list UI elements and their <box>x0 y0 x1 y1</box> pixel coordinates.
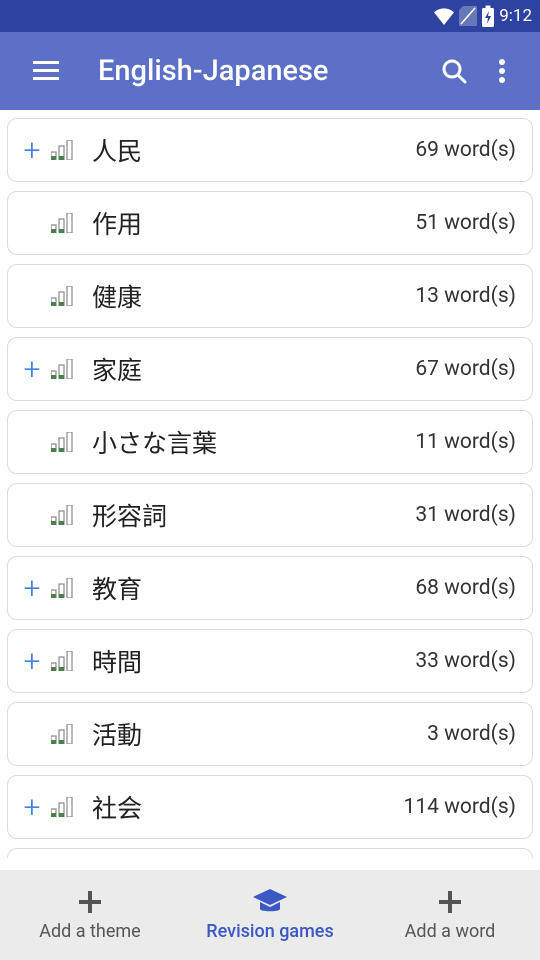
plus-icon <box>437 889 463 915</box>
stats-icon <box>46 432 80 452</box>
expand-icon[interactable]: + <box>18 790 46 825</box>
word-count: 3 word(s) <box>427 722 516 746</box>
expand-icon[interactable]: + <box>18 644 46 679</box>
theme-name: 家庭 <box>92 351 415 387</box>
theme-name: 形容詞 <box>92 497 415 533</box>
status-time: 9:12 <box>499 6 532 26</box>
bottom-nav: Add a theme Revision games Add a word <box>0 870 540 960</box>
list-item[interactable]: +形容詞31 word(s) <box>7 483 533 547</box>
list-item[interactable]: +小さな言葉11 word(s) <box>7 410 533 474</box>
app-bar: English-Japanese <box>0 32 540 110</box>
stats-icon <box>46 578 80 598</box>
hamburger-icon <box>33 61 59 81</box>
theme-name: 社会 <box>92 789 404 825</box>
stats-icon <box>46 797 80 817</box>
expand-icon[interactable]: + <box>18 571 46 606</box>
theme-name: 教育 <box>92 570 415 606</box>
word-count: 114 word(s) <box>404 795 516 819</box>
theme-name: 作用 <box>92 205 415 241</box>
nav-add-theme[interactable]: Add a theme <box>0 870 180 960</box>
word-count: 51 word(s) <box>415 211 516 235</box>
theme-list: +人民69 word(s)+作用51 word(s)+健康13 word(s)+… <box>0 110 540 870</box>
list-item[interactable]: + 時間33 word(s) <box>7 629 533 693</box>
list-item[interactable]: + 教育68 word(s) <box>7 556 533 620</box>
word-count: 13 word(s) <box>415 284 516 308</box>
nav-add-word[interactable]: Add a word <box>360 870 540 960</box>
theme-name: 人民 <box>92 132 415 168</box>
nav-revision-games[interactable]: Revision games <box>180 870 360 960</box>
nav-label: Revision games <box>206 921 333 942</box>
more-vert-icon <box>499 59 505 83</box>
stats-icon <box>46 359 80 379</box>
list-item[interactable]: + 社会114 word(s) <box>7 775 533 839</box>
list-item[interactable] <box>7 848 533 858</box>
expand-icon[interactable]: + <box>18 133 46 168</box>
page-title: English-Japanese <box>98 54 426 88</box>
list-item[interactable]: +活動3 word(s) <box>7 702 533 766</box>
sim-icon <box>459 6 477 26</box>
list-item[interactable]: +健康13 word(s) <box>7 264 533 328</box>
search-icon <box>441 58 467 84</box>
menu-button[interactable] <box>26 51 66 91</box>
search-button[interactable] <box>434 51 474 91</box>
theme-name: 健康 <box>92 278 415 314</box>
nav-label: Add a word <box>405 921 496 942</box>
list-item[interactable]: +作用51 word(s) <box>7 191 533 255</box>
status-bar: 9:12 <box>0 0 540 32</box>
stats-icon <box>46 213 80 233</box>
word-count: 31 word(s) <box>415 503 516 527</box>
stats-icon <box>46 724 80 744</box>
word-count: 67 word(s) <box>415 357 516 381</box>
nav-label: Add a theme <box>39 921 140 942</box>
stats-icon <box>46 286 80 306</box>
word-count: 11 word(s) <box>415 430 516 454</box>
stats-icon <box>46 140 80 160</box>
stats-icon <box>46 651 80 671</box>
word-count: 69 word(s) <box>415 138 516 162</box>
list-item[interactable]: + 家庭67 word(s) <box>7 337 533 401</box>
graduation-cap-icon <box>253 889 287 915</box>
stats-icon <box>46 505 80 525</box>
theme-name: 活動 <box>92 716 427 752</box>
theme-name: 小さな言葉 <box>92 424 415 460</box>
battery-icon <box>481 5 495 27</box>
plus-icon <box>77 889 103 915</box>
word-count: 68 word(s) <box>415 576 516 600</box>
more-button[interactable] <box>482 51 522 91</box>
wifi-icon <box>433 7 455 25</box>
list-item[interactable]: + 人民69 word(s) <box>7 118 533 182</box>
word-count: 33 word(s) <box>415 649 516 673</box>
theme-name: 時間 <box>92 643 415 679</box>
expand-icon[interactable]: + <box>18 352 46 387</box>
